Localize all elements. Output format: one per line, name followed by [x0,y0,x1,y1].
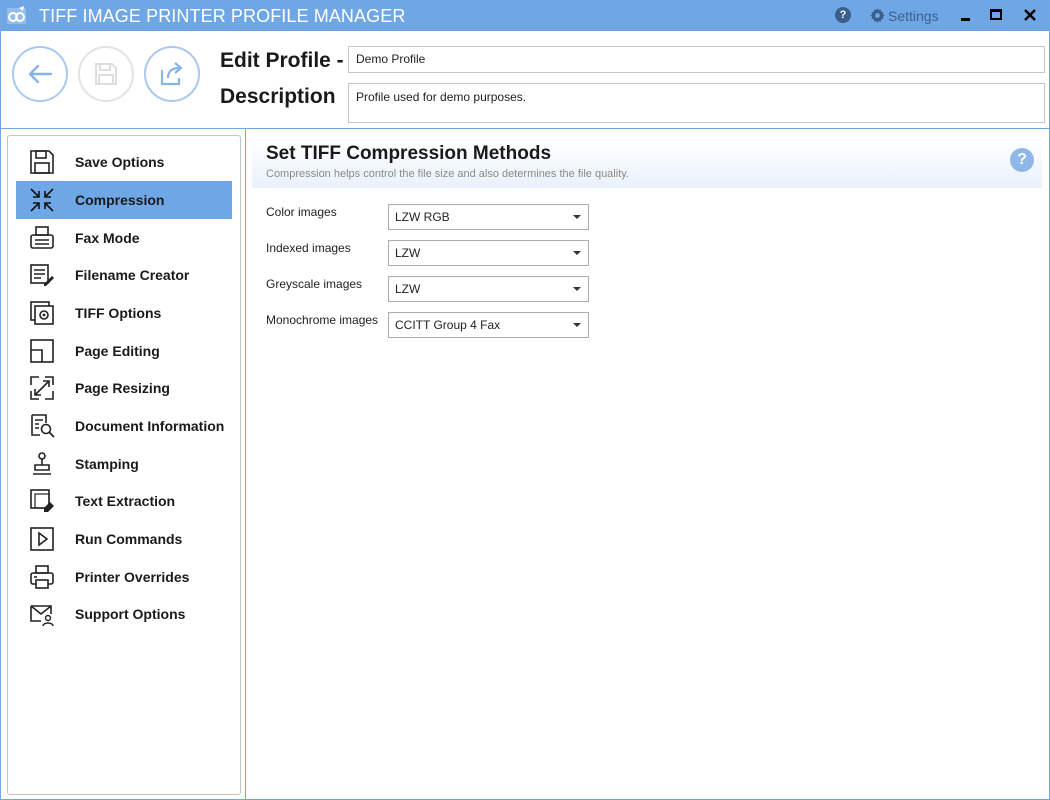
close-button[interactable] [1022,7,1038,23]
filename-edit-icon [30,264,54,286]
sidebar-item-page-editing[interactable]: Page Editing [16,332,232,370]
sidebar-item-compression[interactable]: Compression [16,181,232,219]
edit-profile-label: Edit Profile - [220,49,344,72]
select-value: LZW [395,246,421,260]
sidebar-item-label: Filename Creator [75,267,190,283]
color-images-label: Color images [266,205,337,219]
sidebar-item-label: Text Extraction [75,493,176,509]
printer-icon [30,565,54,589]
settings-button[interactable]: Settings [870,6,939,25]
arrow-left-icon [28,64,53,84]
select-value: LZW [395,282,421,296]
stamp-icon [33,452,51,475]
chevron-down-icon [573,287,581,291]
sidebar-item-page-resizing[interactable]: Page Resizing [16,369,232,407]
sidebar-item-label: Page Resizing [75,380,170,396]
select-value: LZW RGB [395,210,450,224]
export-button[interactable] [144,46,200,102]
tiff-settings-icon [30,301,54,325]
sidebar-item-text-extraction[interactable]: Text Extraction [16,482,232,520]
sidebar-panel: Save Options Compression Fax Mode Filena… [7,135,241,795]
sidebar-item-printer-overrides[interactable]: Printer Overrides [16,558,232,596]
main-panel: Set TIFF Compression Methods Compression… [246,129,1050,800]
app-logo-icon [7,6,26,24]
settings-label: Settings [888,7,939,24]
floppy-disk-icon [95,63,117,85]
share-export-icon [160,62,183,86]
sidebar-item-label: Run Commands [75,531,183,547]
greyscale-images-select[interactable]: LZW [388,276,589,302]
sidebar-item-tiff-options[interactable]: TIFF Options [16,294,232,332]
sidebar-item-label: Document Information [75,418,225,434]
sidebar-item-label: Fax Mode [75,230,140,246]
sidebar-item-label: Compression [75,192,165,208]
indexed-images-label: Indexed images [266,241,351,255]
sidebar: Save Options Compression Fax Mode Filena… [0,129,246,800]
page-subtitle: Compression helps control the file size … [266,168,629,180]
sidebar-item-label: Printer Overrides [75,569,190,585]
indexed-images-select[interactable]: LZW [388,240,589,266]
maximize-button[interactable] [990,9,1002,20]
description-label: Description [220,85,336,108]
compress-icon [30,188,54,212]
chevron-down-icon [573,323,581,327]
back-button[interactable] [12,46,68,102]
gear-icon [870,8,885,23]
sidebar-item-label: Save Options [75,154,165,170]
fax-icon [30,226,54,249]
page-title: Set TIFF Compression Methods [266,143,552,164]
sidebar-item-run-commands[interactable]: Run Commands [16,520,232,558]
resize-icon [30,376,54,400]
profile-header: Edit Profile - Description Demo Profile … [0,31,1050,129]
play-icon [30,527,54,551]
color-images-select[interactable]: LZW RGB [388,204,589,230]
sidebar-item-label: TIFF Options [75,305,162,321]
sidebar-item-label: Support Options [75,606,186,622]
sidebar-item-save-options[interactable]: Save Options [16,143,232,181]
select-value: CCITT Group 4 Fax [395,318,501,332]
sidebar-item-stamping[interactable]: Stamping [16,445,232,483]
sidebar-item-document-information[interactable]: Document Information [16,407,232,445]
chevron-down-icon [573,251,581,255]
help-icon[interactable]: ? [1010,148,1034,172]
mail-user-icon [30,605,54,627]
section-header: Set TIFF Compression Methods Compression… [252,140,1042,188]
save-icon [30,150,54,174]
profile-description-input[interactable]: Profile used for demo purposes. [348,83,1045,123]
page-edit-icon [30,339,54,363]
help-icon[interactable]: ? [835,7,851,23]
sidebar-item-fax-mode[interactable]: Fax Mode [16,219,232,257]
window-title: TIFF IMAGE PRINTER PROFILE MANAGER [39,6,406,26]
text-extract-icon [30,489,54,512]
save-button[interactable] [78,46,134,102]
sidebar-item-label: Stamping [75,456,139,472]
sidebar-item-filename-creator[interactable]: Filename Creator [16,256,232,294]
minimize-button[interactable] [958,8,972,24]
monochrome-images-label: Monochrome images [266,313,379,327]
document-search-icon [31,414,55,438]
sidebar-item-support-options[interactable]: Support Options [16,595,232,633]
title-bar: TIFF IMAGE PRINTER PROFILE MANAGER ? Set… [0,0,1050,31]
sidebar-item-label: Page Editing [75,343,160,359]
chevron-down-icon [573,215,581,219]
profile-name-input[interactable]: Demo Profile [348,46,1045,73]
monochrome-images-select[interactable]: CCITT Group 4 Fax [388,312,589,338]
greyscale-images-label: Greyscale images [266,277,363,291]
